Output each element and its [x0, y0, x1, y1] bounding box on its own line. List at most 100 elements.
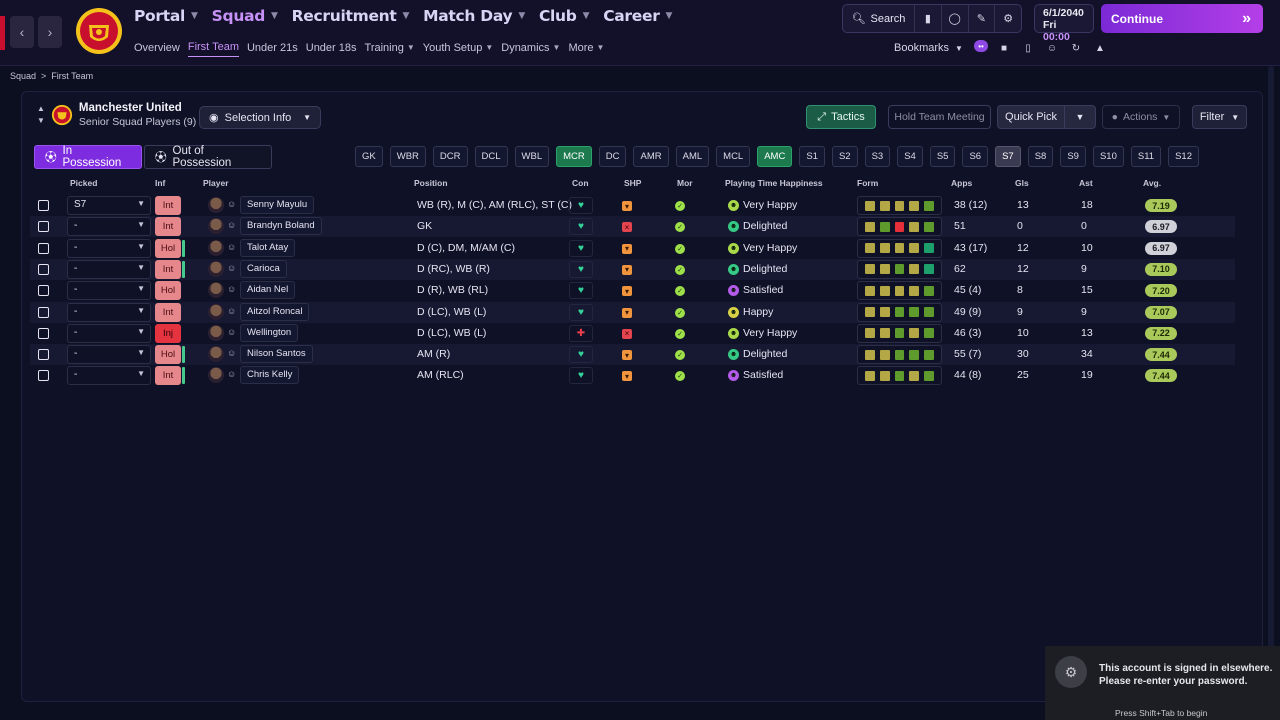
main-nav-portal[interactable]: Portal ▼: [134, 7, 198, 25]
sub-nav-overview[interactable]: Overview: [134, 41, 180, 57]
col-mor[interactable]: Mor: [677, 178, 693, 188]
table-row[interactable]: - ▼ Hol ☺ Aidan Nel D (R), WB (RL) ♥ ▾ ✓ ☻ Satisfi…: [30, 280, 1235, 301]
table-row[interactable]: - ▼ Int ☺ Carioca D (RC), WB (R) ♥ ▾ ✓ ☻ Delighted…: [30, 258, 1235, 280]
col-happiness[interactable]: Playing Time Happiness: [725, 178, 823, 188]
position-slot-dcr[interactable]: DCR: [432, 146, 468, 167]
form-indicator[interactable]: [857, 345, 942, 365]
sub-nav-dynamics[interactable]: Dynamics ▼: [501, 41, 560, 57]
position-slot-s4[interactable]: S4: [897, 146, 923, 167]
row-checkbox[interactable]: [38, 242, 49, 254]
row-checkbox[interactable]: [38, 349, 49, 361]
table-row[interactable]: S7 ▼ Int ☺ Senny Mayulu WB (R), M (C), AM (RL…: [30, 195, 1235, 216]
continue-button[interactable]: Continue »: [1101, 4, 1263, 33]
team-meeting-button[interactable]: Hold Team Meeting: [888, 105, 991, 129]
position-slot-aml[interactable]: AML: [675, 146, 710, 167]
sub-nav-under-21s[interactable]: Under 21s: [247, 41, 298, 57]
picked-dropdown[interactable]: - ▼: [67, 281, 151, 301]
player-name[interactable]: Wellington: [240, 323, 299, 342]
col-apps[interactable]: Apps: [951, 178, 972, 188]
col-shp[interactable]: SHP: [624, 178, 641, 188]
position-slot-s10[interactable]: S10: [1092, 146, 1124, 167]
position-slot-s1[interactable]: S1: [799, 146, 825, 167]
sub-nav-first-team[interactable]: First Team: [187, 41, 239, 57]
team-switcher[interactable]: ▲ ▼: [37, 103, 45, 127]
position-slot-s2[interactable]: S2: [831, 146, 858, 167]
player-name[interactable]: Chris Kelly: [240, 366, 300, 385]
position-slot-s9[interactable]: S9: [1060, 146, 1086, 167]
back-button[interactable]: ‹: [10, 16, 34, 48]
form-indicator[interactable]: [857, 366, 942, 386]
sub-nav-under-18s[interactable]: Under 18s: [306, 41, 357, 57]
main-nav-career[interactable]: Career ▼: [603, 7, 672, 25]
position-slot-amc[interactable]: AMC: [757, 146, 793, 167]
position-slot-gk[interactable]: GK: [355, 146, 383, 167]
main-nav-club[interactable]: Club ▼: [539, 7, 590, 25]
row-checkbox[interactable]: [38, 327, 49, 339]
in-possession-tab[interactable]: ⚽︎ In Possession: [34, 145, 142, 169]
picked-dropdown[interactable]: S7 ▼: [67, 196, 151, 215]
position-slot-amr[interactable]: AMR: [633, 146, 669, 167]
col-form[interactable]: Form: [857, 178, 878, 188]
selection-info-dropdown[interactable]: ◉ Selection Info ▼: [199, 106, 321, 129]
table-row[interactable]: - ▼ Int ☺ Brandyn Boland GK ♥ × ✓ ☻ Delighted 51 0 0 6…: [30, 216, 1235, 238]
player-name[interactable]: Aitzol Roncal: [240, 302, 310, 321]
position-slot-wbr[interactable]: WBR: [389, 146, 426, 167]
clipboard-icon[interactable]: ▯: [1020, 40, 1036, 56]
position-slot-s8[interactable]: S8: [1027, 146, 1054, 167]
col-avg[interactable]: Avg.: [1143, 178, 1161, 188]
position-slot-s6[interactable]: S6: [962, 146, 989, 167]
picked-dropdown[interactable]: - ▼: [67, 323, 151, 343]
sub-nav-more[interactable]: More ▼: [568, 41, 604, 57]
main-nav-squad[interactable]: Squad ▼: [212, 7, 278, 25]
position-slot-s11[interactable]: S11: [1130, 146, 1162, 167]
form-indicator[interactable]: [857, 302, 942, 322]
kit-icon[interactable]: ■: [996, 40, 1012, 56]
main-nav-recruitment[interactable]: Recruitment ▼: [292, 7, 410, 25]
form-indicator[interactable]: [857, 281, 942, 301]
sub-nav-youth-setup[interactable]: Youth Setup ▼: [423, 41, 493, 57]
position-slot-s5[interactable]: S5: [929, 146, 956, 167]
table-row[interactable]: - ▼ Int ☺ Chris Kelly AM (RLC) ♥ ▾ ✓ ☻ Satisfied 44…: [30, 365, 1235, 386]
player-name[interactable]: Talot Atay: [240, 238, 296, 257]
col-position[interactable]: Position: [414, 178, 448, 188]
refresh-icon[interactable]: ↻: [1068, 40, 1084, 56]
filter-button[interactable]: Filter ▼: [1192, 105, 1247, 129]
col-con[interactable]: Con: [572, 178, 589, 188]
position-slot-s7[interactable]: S7: [995, 146, 1021, 167]
position-slot-s3[interactable]: S3: [864, 146, 891, 167]
row-checkbox[interactable]: [38, 370, 49, 382]
picked-dropdown[interactable]: - ▼: [67, 302, 151, 322]
row-checkbox[interactable]: [38, 263, 49, 275]
main-nav-match-day[interactable]: Match Day ▼: [423, 7, 525, 25]
picked-dropdown[interactable]: - ▼: [67, 345, 151, 365]
steam-notification[interactable]: ⚙ This account is signed in elsewhere. P…: [1045, 646, 1280, 720]
sub-nav-training[interactable]: Training ▼: [365, 41, 415, 57]
chevron-down-icon[interactable]: ▼: [1065, 106, 1095, 128]
form-indicator[interactable]: [857, 217, 942, 237]
row-checkbox[interactable]: [38, 200, 49, 211]
picked-dropdown[interactable]: - ▼: [67, 259, 151, 279]
chat-icon[interactable]: ••: [974, 40, 988, 52]
form-indicator[interactable]: [857, 323, 942, 343]
club-crest-logo[interactable]: [75, 7, 123, 55]
bookmarks-menu[interactable]: Bookmarks ▼: [894, 42, 963, 54]
form-indicator[interactable]: [857, 238, 942, 258]
position-slot-mcl[interactable]: MCL: [716, 146, 751, 167]
col-gls[interactable]: Gls: [1015, 178, 1029, 188]
picked-dropdown[interactable]: - ▼: [67, 238, 151, 258]
col-picked[interactable]: Picked: [70, 178, 97, 188]
scout-button[interactable]: ◯: [942, 5, 969, 32]
trophy-icon[interactable]: ▲: [1092, 40, 1108, 56]
scrollbar[interactable]: [1268, 66, 1274, 706]
forward-button[interactable]: ›: [38, 16, 62, 48]
row-checkbox[interactable]: [38, 306, 49, 318]
search-button[interactable]: 🔍︎ Search: [843, 5, 915, 32]
row-checkbox[interactable]: [38, 285, 49, 297]
position-slot-wbl[interactable]: WBL: [514, 146, 550, 167]
row-checkbox[interactable]: [38, 221, 49, 233]
table-row[interactable]: - ▼ Inj ☺ Wellington D (LC), WB (L) ✚ × ✓ ☻ Very H…: [30, 323, 1235, 344]
col-player[interactable]: Player: [203, 178, 229, 188]
breadcrumb-squad[interactable]: Squad: [10, 71, 36, 81]
table-row[interactable]: - ▼ Hol ☺ Nilson Santos AM (R) ♥ ▾ ✓ ☻ Delighted 55…: [30, 344, 1235, 366]
form-indicator[interactable]: [857, 259, 942, 279]
